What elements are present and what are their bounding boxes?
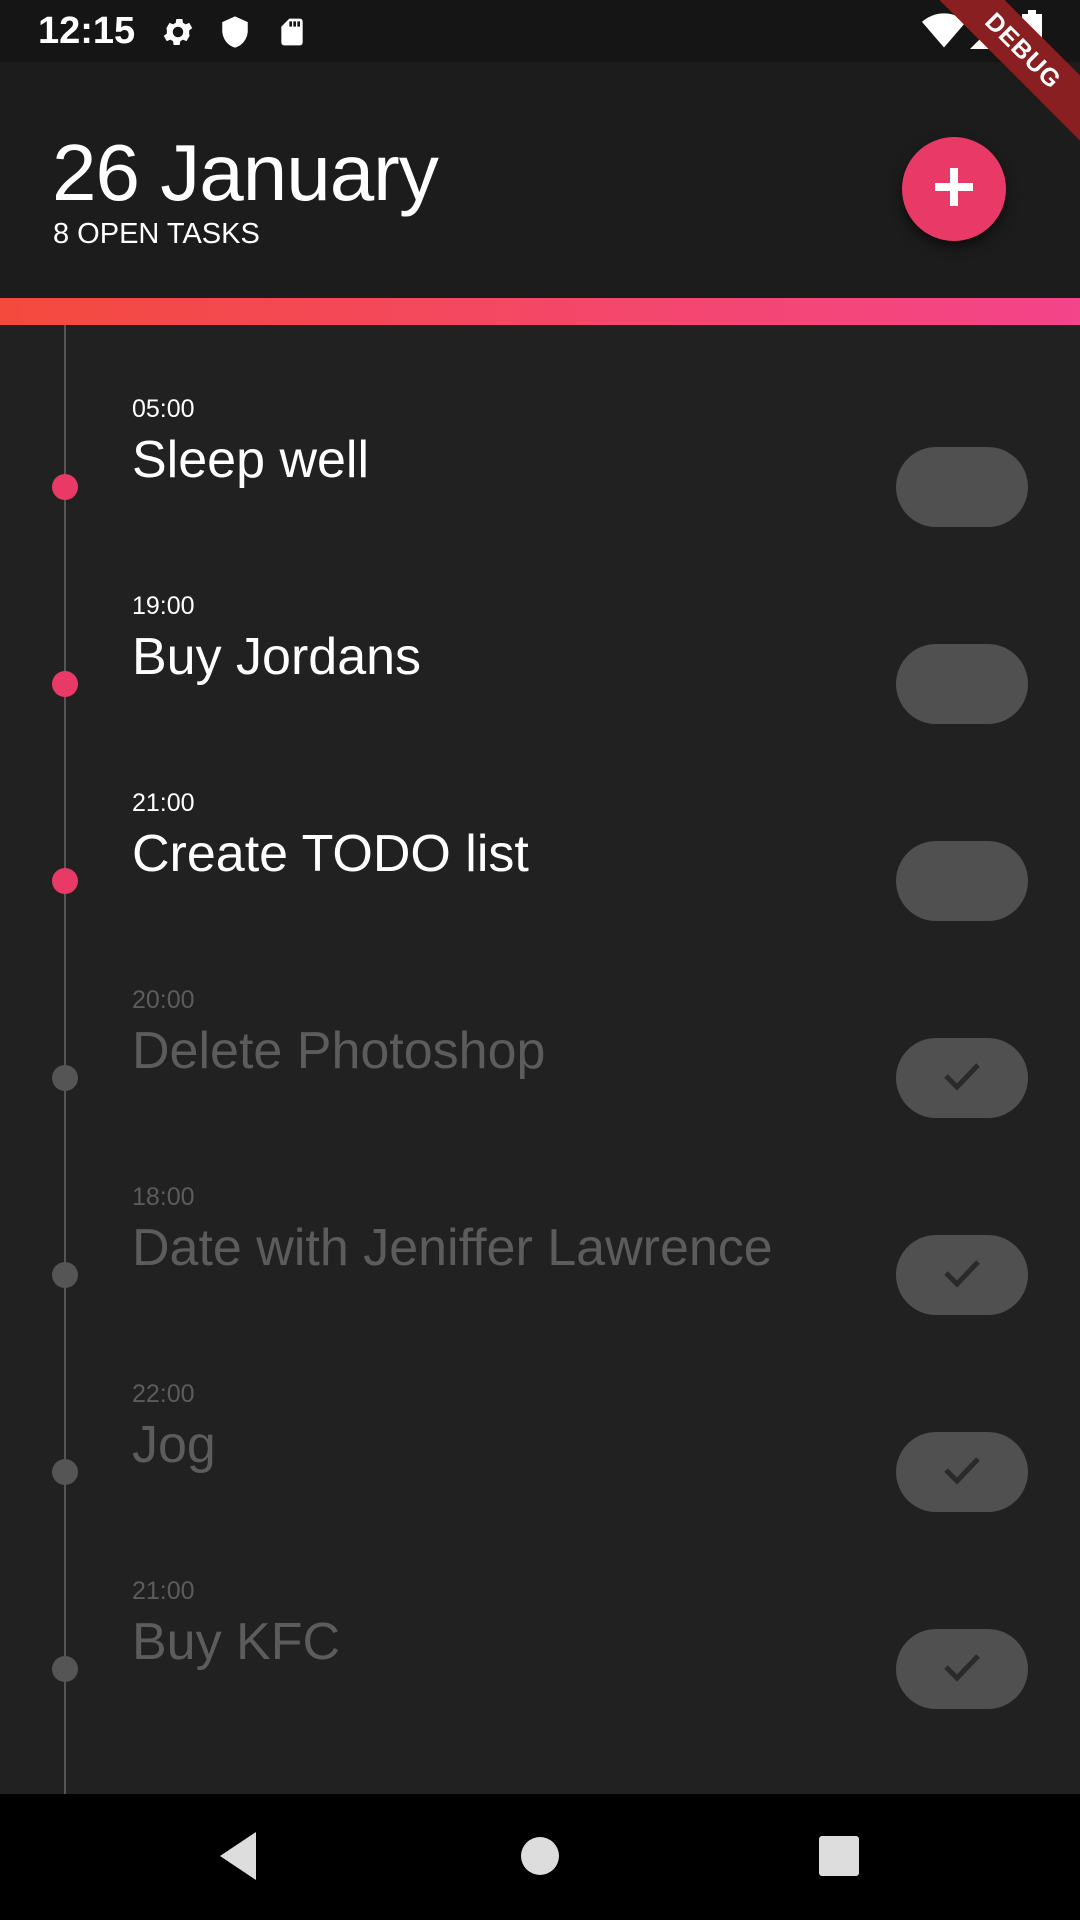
task-item: 05:00 Sleep well: [0, 395, 1080, 545]
task-item: 18:00 Date with Jeniffer Lawrence: [0, 1183, 1080, 1333]
task-title: Delete Photoshop: [132, 1022, 546, 1080]
timeline-dot: [52, 868, 78, 894]
add-task-button[interactable]: [902, 137, 1006, 241]
task-item: 19:00 Buy Jordans: [0, 592, 1080, 742]
task-item: 22:00 Jog: [0, 1380, 1080, 1530]
status-bar: 12:15: [0, 0, 1080, 62]
header: 26 January 8 OPEN TASKS: [0, 62, 1080, 298]
open-tasks-count: 8 OPEN TASKS: [53, 218, 260, 250]
recents-icon[interactable]: [818, 1830, 860, 1887]
back-icon[interactable]: [216, 1830, 262, 1887]
check-icon: [942, 1257, 982, 1294]
task-complete-toggle[interactable]: [896, 841, 1028, 921]
page-title: 26 January: [52, 128, 439, 217]
task-title: Sleep well: [132, 431, 370, 489]
task-title: Buy Jordans: [132, 628, 422, 686]
task-item: 21:00 Buy KFC: [0, 1577, 1080, 1727]
accent-gradient-bar: [0, 298, 1080, 325]
task-complete-toggle[interactable]: [896, 644, 1028, 724]
sd-card-icon: [276, 14, 308, 55]
navigation-bar: [0, 1794, 1080, 1920]
plus-icon: [932, 165, 976, 214]
settings-icon: [160, 14, 196, 55]
task-time: 22:00: [132, 1380, 195, 1408]
task-time: 21:00: [132, 789, 195, 817]
check-icon: [942, 1651, 982, 1688]
task-item: 20:00 Delete Photoshop: [0, 986, 1080, 1136]
timeline-dot: [52, 1459, 78, 1485]
task-complete-toggle[interactable]: [896, 1038, 1028, 1118]
timeline-dot: [52, 1065, 78, 1091]
task-time: 19:00: [132, 592, 195, 620]
check-icon: [942, 1060, 982, 1097]
task-complete-toggle[interactable]: [896, 1235, 1028, 1315]
task-title: Create TODO list: [132, 825, 529, 883]
status-time: 12:15: [38, 10, 136, 52]
task-time: 18:00: [132, 1183, 195, 1211]
shield-icon: [218, 14, 252, 55]
task-complete-toggle[interactable]: [896, 1629, 1028, 1709]
task-time: 05:00: [132, 395, 195, 423]
task-time: 20:00: [132, 986, 195, 1014]
task-item: 21:00 Create TODO list: [0, 789, 1080, 939]
timeline-dot: [52, 1262, 78, 1288]
task-complete-toggle[interactable]: [896, 447, 1028, 527]
task-title: Buy KFC: [132, 1613, 341, 1671]
check-icon: [942, 1454, 982, 1491]
timeline-dot: [52, 474, 78, 500]
home-icon[interactable]: [520, 1830, 560, 1887]
task-time: 21:00: [132, 1577, 195, 1605]
timeline-dot: [52, 1656, 78, 1682]
timeline-dot: [52, 671, 78, 697]
task-title: Date with Jeniffer Lawrence: [132, 1219, 773, 1277]
task-title: Jog: [132, 1416, 216, 1474]
task-complete-toggle[interactable]: [896, 1432, 1028, 1512]
